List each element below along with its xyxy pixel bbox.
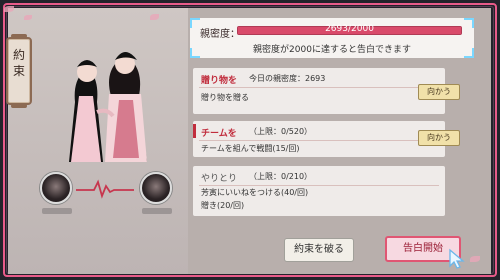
heartbeat-icon <box>76 179 134 199</box>
highlight-bar <box>193 124 196 138</box>
petal-decoration <box>470 256 480 262</box>
petal-decoration <box>4 6 14 12</box>
task-title: チームを <box>201 129 237 139</box>
task-card-exchange: やりとり （上限：0/210） 芳寅にいいねをつける(40/回) 贈き(20/回… <box>193 166 445 216</box>
affinity-bar: 2693/2000 <box>237 24 462 35</box>
task-line: 贈き(20/回) <box>201 201 245 210</box>
side-tab[interactable]: 約束 <box>6 34 32 108</box>
task-title: 贈り物を <box>201 76 238 86</box>
task-line: 芳寅にいいねをつける(40/回) <box>201 188 309 197</box>
task-line: 今日の親密度：2693 <box>249 74 326 83</box>
divider <box>199 185 439 186</box>
affinity-label: 親密度： <box>200 29 240 40</box>
task-line: （上限：0/520） <box>249 127 313 136</box>
task-line: チームを組んで戦闘(15/回) <box>201 144 300 153</box>
task-line: 贈り物を贈る <box>201 93 249 102</box>
panel-corner <box>464 18 474 28</box>
task-title: やりとり <box>201 174 238 184</box>
heroine-name <box>42 208 72 214</box>
hero-name <box>142 208 172 214</box>
petal-decoration <box>150 14 159 20</box>
avatar-hero <box>140 172 172 204</box>
couple-illustration <box>69 52 147 162</box>
panel-corner <box>190 18 200 28</box>
avatar-heroine <box>40 172 72 204</box>
game-screen: 約束 親密度： 2693/2000 親密度が2000に達すると告白できます 贈り… <box>0 0 500 280</box>
affinity-value: 2693/2000 <box>325 24 374 34</box>
divider <box>199 87 439 88</box>
divider <box>199 140 439 141</box>
task-line: （上限：0/210） <box>249 172 313 181</box>
go-button-gift[interactable]: 向かう <box>418 84 460 100</box>
side-tab-label: 約束 <box>12 48 25 78</box>
pointer-cursor-icon <box>449 248 465 269</box>
task-card-gift: 贈り物を 今日の親密度：2693 贈り物を贈る <box>193 68 445 114</box>
petal-decoration <box>24 15 32 20</box>
task-card-team: チームを （上限：0/520） チームを組んで戦闘(15/回) <box>193 121 445 157</box>
go-button-team[interactable]: 向かう <box>418 130 460 146</box>
break-promise-button[interactable]: 約束を破る <box>284 238 354 262</box>
affinity-note: 親密度が2000に達すると告白できます <box>253 45 411 55</box>
